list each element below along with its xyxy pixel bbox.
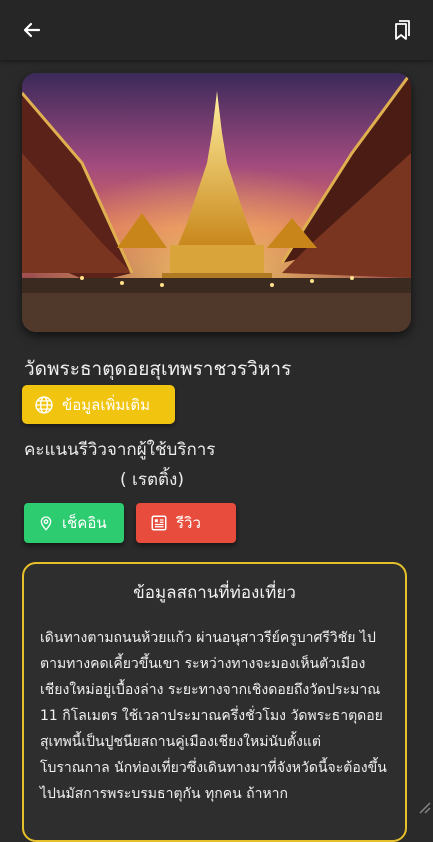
- resize-grip-icon[interactable]: [417, 800, 431, 814]
- map-pin-icon: [40, 516, 52, 531]
- place-description: เดินทางตามถนนห้วยแก้ว ผ่านอนุสาวรีย์ครูบ…: [40, 630, 387, 802]
- more-info-label: ข้อมูลเพิ่มเติม: [62, 395, 151, 414]
- place-photo: [22, 73, 411, 332]
- document-icon: [151, 515, 167, 531]
- checkin-label: เช็คอิน: [62, 514, 107, 532]
- top-app-bar: [0, 0, 433, 60]
- review-button[interactable]: รีวิว: [136, 503, 236, 543]
- review-label: รีวิว: [176, 514, 201, 532]
- more-info-button[interactable]: ข้อมูลเพิ่มเติม: [22, 385, 175, 424]
- back-arrow-icon[interactable]: [20, 18, 44, 42]
- review-score-label: คะแนนรีวิวจากผู้ใช้บริการ: [24, 440, 216, 460]
- info-card-title: ข้อมูลสถานที่ท่องเที่ยว: [133, 583, 296, 603]
- place-title: วัดพระธาตุดอยสุเทพราชวรวิหาร: [24, 358, 292, 380]
- bookmarks-icon[interactable]: [389, 18, 413, 42]
- globe-icon: [35, 395, 53, 414]
- place-info-card: ข้อมูลสถานที่ท่องเที่ยว เดินทางตามถนนห้ว…: [22, 562, 407, 842]
- rating-text: ( เรตติ้ง): [120, 470, 184, 490]
- checkin-button[interactable]: เช็คอิน: [24, 503, 124, 543]
